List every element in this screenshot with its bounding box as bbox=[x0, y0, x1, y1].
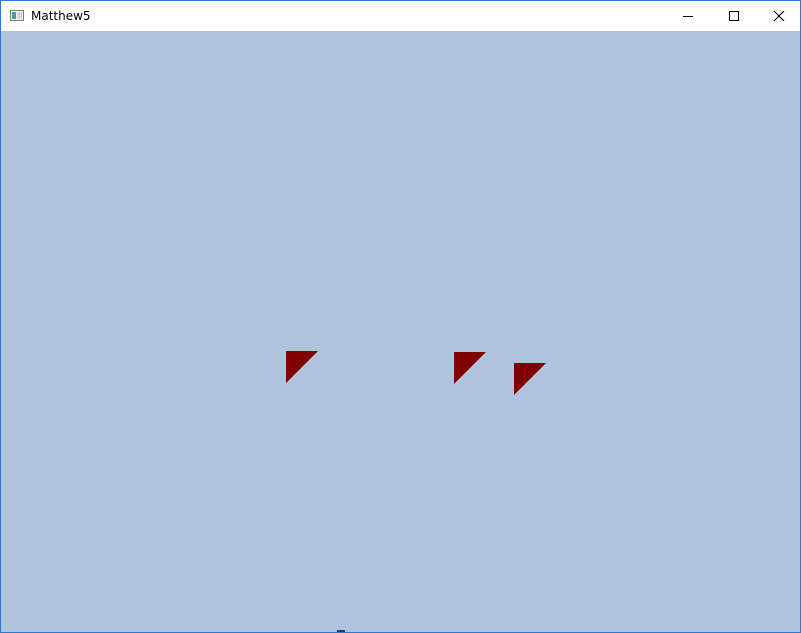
minimize-icon bbox=[683, 15, 693, 17]
triangle-fill bbox=[286, 351, 318, 383]
triangle-fill bbox=[514, 363, 546, 395]
triangle-shape bbox=[286, 351, 318, 383]
title-bar[interactable]: Matthew5 bbox=[1, 1, 800, 31]
close-button[interactable] bbox=[756, 1, 801, 31]
window-title: Matthew5 bbox=[31, 9, 91, 23]
triangle-shape bbox=[454, 352, 486, 384]
maximize-icon bbox=[729, 11, 739, 21]
window-app-icon[interactable] bbox=[10, 10, 24, 21]
minimize-button[interactable] bbox=[665, 1, 711, 31]
triangle-fill bbox=[454, 352, 486, 384]
close-icon bbox=[773, 10, 785, 22]
maximize-button[interactable] bbox=[711, 1, 757, 31]
app-window: Matthew5 bbox=[0, 0, 801, 633]
triangle-shape bbox=[514, 363, 546, 395]
taskbar-edge-marker bbox=[337, 630, 345, 632]
render-canvas[interactable] bbox=[1, 31, 800, 632]
